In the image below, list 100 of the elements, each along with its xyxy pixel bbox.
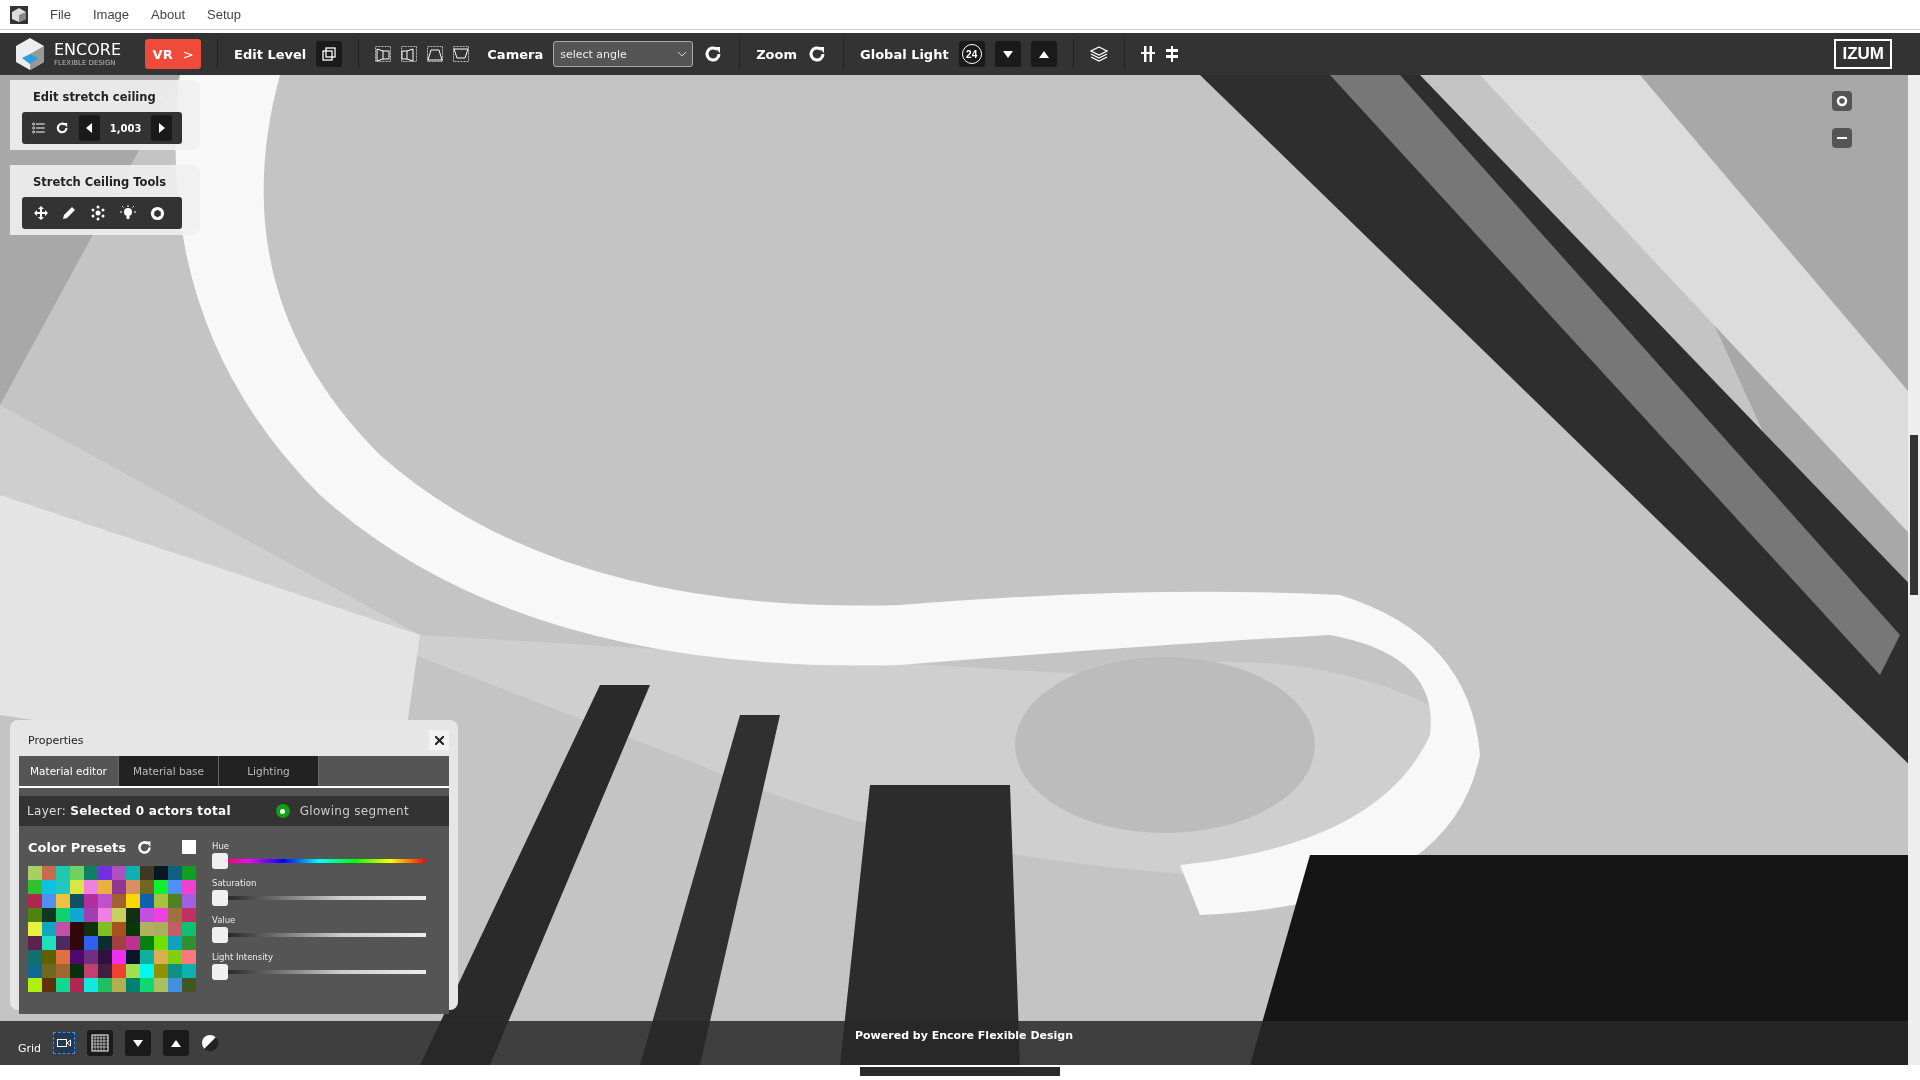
- edit-level-button[interactable]: [316, 41, 343, 67]
- color-swatch[interactable]: [70, 978, 84, 992]
- color-swatch[interactable]: [126, 936, 140, 950]
- color-swatch[interactable]: [126, 866, 140, 880]
- color-swatch[interactable]: [56, 950, 70, 964]
- slider-thumb[interactable]: [212, 927, 228, 943]
- camera-view-icon[interactable]: [375, 46, 392, 62]
- color-swatch[interactable]: [168, 936, 182, 950]
- color-swatch[interactable]: [182, 922, 196, 936]
- color-swatch[interactable]: [84, 922, 98, 936]
- color-swatch[interactable]: [140, 936, 154, 950]
- color-swatch[interactable]: [126, 978, 140, 992]
- color-swatch[interactable]: [168, 950, 182, 964]
- color-swatch[interactable]: [56, 894, 70, 908]
- color-swatch[interactable]: [70, 950, 84, 964]
- vertical-scrollbar[interactable]: [1908, 75, 1920, 1065]
- color-swatch[interactable]: [98, 880, 112, 894]
- color-swatch[interactable]: [126, 908, 140, 922]
- minimize-button[interactable]: [1832, 128, 1852, 148]
- color-swatch[interactable]: [182, 950, 196, 964]
- color-swatch[interactable]: [70, 908, 84, 922]
- color-swatch[interactable]: [112, 866, 126, 880]
- color-swatch[interactable]: [56, 936, 70, 950]
- color-swatch[interactable]: [98, 978, 112, 992]
- color-swatch[interactable]: [182, 908, 196, 922]
- glowing-radio[interactable]: [275, 804, 290, 818]
- align-vertical-icon[interactable]: [1140, 46, 1155, 62]
- color-swatch[interactable]: [42, 978, 56, 992]
- color-swatch[interactable]: [182, 978, 196, 992]
- color-swatch[interactable]: [70, 866, 84, 880]
- color-swatch[interactable]: [154, 908, 168, 922]
- list-icon[interactable]: [32, 121, 45, 135]
- color-swatch[interactable]: [182, 964, 196, 978]
- color-swatch[interactable]: [140, 950, 154, 964]
- move-icon[interactable]: [34, 206, 48, 220]
- color-swatch[interactable]: [56, 866, 70, 880]
- color-swatch[interactable]: [70, 894, 84, 908]
- menu-item[interactable]: Setup: [207, 7, 242, 22]
- menu-item[interactable]: Image: [92, 7, 130, 22]
- color-swatch[interactable]: [182, 880, 196, 894]
- color-swatch[interactable]: [28, 922, 42, 936]
- light-timer-button[interactable]: 24: [958, 41, 985, 67]
- color-swatch[interactable]: [112, 950, 126, 964]
- color-swatch[interactable]: [154, 894, 168, 908]
- color-swatch[interactable]: [56, 922, 70, 936]
- settings-button[interactable]: [1832, 91, 1852, 111]
- color-swatch[interactable]: [70, 880, 84, 894]
- grid-button[interactable]: [87, 1030, 114, 1056]
- light-down-button[interactable]: [994, 41, 1021, 67]
- light-up-button[interactable]: [1030, 41, 1057, 67]
- camera-view-icon[interactable]: [453, 46, 470, 62]
- color-swatch[interactable]: [42, 950, 56, 964]
- refresh-icon[interactable]: [136, 838, 154, 856]
- layers-icon[interactable]: [1089, 46, 1108, 62]
- close-icon[interactable]: [429, 730, 449, 750]
- color-swatch[interactable]: [140, 922, 154, 936]
- color-swatch[interactable]: [126, 922, 140, 936]
- color-swatch[interactable]: [112, 894, 126, 908]
- color-swatch[interactable]: [154, 922, 168, 936]
- color-swatch[interactable]: [126, 880, 140, 894]
- color-swatch[interactable]: [84, 880, 98, 894]
- contrast-icon[interactable]: [201, 1034, 220, 1052]
- color-swatch[interactable]: [112, 908, 126, 922]
- pencil-icon[interactable]: [62, 206, 76, 220]
- color-swatch[interactable]: [56, 908, 70, 922]
- color-swatch[interactable]: [112, 964, 126, 978]
- color-swatch[interactable]: [168, 978, 182, 992]
- color-swatch[interactable]: [42, 894, 56, 908]
- horizontal-scrollbar[interactable]: [860, 1067, 1060, 1076]
- color-swatch[interactable]: [140, 894, 154, 908]
- color-swatch[interactable]: [168, 908, 182, 922]
- color-swatch[interactable]: [140, 964, 154, 978]
- color-swatch[interactable]: [168, 866, 182, 880]
- align-horizontal-icon[interactable]: [1164, 46, 1179, 62]
- color-swatch[interactable]: [28, 866, 42, 880]
- color-swatch[interactable]: [168, 922, 182, 936]
- color-swatch[interactable]: [42, 880, 56, 894]
- color-swatch[interactable]: [28, 936, 42, 950]
- camera-view-icon[interactable]: [401, 46, 418, 62]
- color-swatch[interactable]: [70, 964, 84, 978]
- color-swatch[interactable]: [154, 866, 168, 880]
- tab[interactable]: Material base: [119, 756, 219, 786]
- color-swatch[interactable]: [126, 964, 140, 978]
- color-swatch[interactable]: [42, 936, 56, 950]
- zoom-refresh-icon[interactable]: [807, 44, 827, 64]
- color-swatch[interactable]: [98, 964, 112, 978]
- color-swatch[interactable]: [42, 908, 56, 922]
- color-swatch[interactable]: [154, 978, 168, 992]
- color-swatch[interactable]: [56, 964, 70, 978]
- previous-button[interactable]: [79, 115, 100, 141]
- light-bulb-icon[interactable]: [120, 205, 136, 221]
- color-swatch[interactable]: [28, 894, 42, 908]
- app-icon[interactable]: [10, 5, 28, 24]
- aperture-icon[interactable]: [150, 205, 165, 221]
- color-swatch[interactable]: [28, 908, 42, 922]
- color-swatch[interactable]: [112, 880, 126, 894]
- color-swatch[interactable]: [98, 950, 112, 964]
- color-swatch[interactable]: [84, 866, 98, 880]
- color-swatch[interactable]: [84, 964, 98, 978]
- grid-down-button[interactable]: [125, 1030, 152, 1056]
